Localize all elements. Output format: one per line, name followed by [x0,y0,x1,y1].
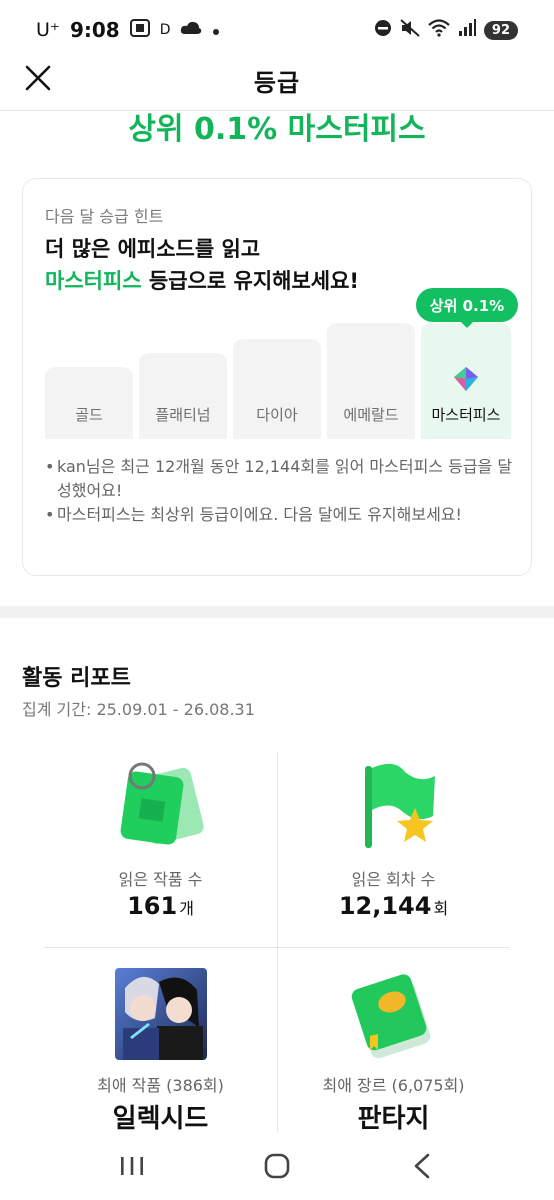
grade-label: 마스터피스 [431,406,501,424]
stat-label: 읽은 작품 수 [118,870,203,889]
report-title: 활동 리포트 [22,666,131,691]
gem-icon [452,365,480,393]
flag-icon [345,758,443,852]
stat-unit: 개 [179,899,194,918]
note-item: • 마스터피스는 최상위 등급이에요. 다음 달에도 유지해보세요! [45,503,515,527]
dnd-icon [374,19,392,42]
note-item: • kan님은 최근 12개월 동안 12,144회를 읽어 마스터피스 등급을 … [45,455,515,503]
stat-works-read: 읽은 작품 수 161 개 [44,752,277,947]
wifi-icon [428,18,450,42]
close-button[interactable] [20,62,56,98]
grade-label: 에메랄드 [343,406,399,424]
stat-value: 일렉시드 [112,1104,209,1134]
signal-icon [458,18,476,42]
hint-label: 다음 달 승급 힌트 [45,207,164,226]
rank-headline: 상위 0.1% 마스터피스 [128,112,426,147]
carrier-label: U⁺ [36,19,60,41]
hint-notes: • kan님은 최근 12개월 동안 12,144회를 읽어 마스터피스 등급을 … [45,455,515,527]
note-text: 마스터피스는 최상위 등급이에요. 다음 달에도 유지해보세요! [57,505,462,524]
clock: 9:08 [69,18,120,42]
grade-step-gold: 골드 [45,367,133,439]
home-icon [263,1152,291,1184]
grade-label: 다이아 [256,406,298,424]
work-thumbnail[interactable] [114,968,207,1060]
hint-title-line1: 더 많은 에피소드를 읽고 [45,237,261,261]
grade-label: 플래티넘 [155,406,211,424]
stat-unit: 회 [433,899,449,918]
grade-step-platinum: 플래티넘 [139,353,227,439]
tag-icon [112,758,210,852]
back-button[interactable] [392,1148,452,1188]
dot-icon [212,19,220,41]
screenshot-icon [129,18,150,42]
status-extra: D [159,22,171,38]
app-header: 등급 [0,52,554,108]
report-grid: 읽은 작품 수 161 개 읽은 회차 수 12,144 회 최애 작품 (38… [44,752,510,1134]
hint-title-line2: 마스터피스 등급으로 유지해보세요! [45,265,359,297]
book-icon [348,968,440,1060]
grade-step-emerald: 에메랄드 [327,323,415,439]
hint-title: 더 많은 에피소드를 읽고 마스터피스 등급으로 유지해보세요! [45,233,359,297]
back-icon [412,1153,432,1183]
report-period: 집계 기간: 25.09.01 - 26.08.31 [22,700,255,719]
stat-value: 161 개 [127,892,194,920]
stat-value: 12,144 회 [338,892,449,920]
grade-steps: 골드 플래티넘 다이아 에메랄드 마스터피스 [45,319,511,439]
recents-button[interactable] [102,1148,162,1188]
stat-label: 최애 장르 (6,075회) [322,1076,465,1095]
cloud-icon [180,19,202,41]
recents-icon [119,1155,145,1181]
stat-episodes-read: 읽은 회차 수 12,144 회 [277,752,510,947]
hint-title-highlight: 마스터피스 [45,269,142,293]
stat-favorite-work[interactable]: 최애 작품 (386회) 일렉시드 [44,948,277,1143]
stat-value: 판타지 [357,1104,430,1134]
grade-step-diamond: 다이아 [233,339,321,439]
system-nav-bar [0,1136,554,1200]
home-button[interactable] [247,1148,307,1188]
section-separator [0,606,554,618]
grade-step-masterpiece: 마스터피스 [421,323,511,439]
stat-favorite-genre: 최애 장르 (6,075회) 판타지 [277,948,510,1143]
status-right: 92 [374,18,518,42]
hint-title-rest: 등급으로 유지해보세요! [141,269,360,293]
stat-label: 읽은 회차 수 [351,870,436,889]
mute-icon [400,18,420,42]
page-title: 등급 [253,68,301,97]
battery-indicator: 92 [483,20,518,40]
status-left: U⁺ 9:08 D [36,18,220,42]
close-icon [24,64,52,96]
note-text: kan님은 최근 12개월 동안 12,144회를 읽어 마스터피스 등급을 달… [57,457,513,500]
promotion-hint-card: 다음 달 승급 힌트 더 많은 에피소드를 읽고 마스터피스 등급으로 유지해보… [22,178,532,576]
grade-label: 골드 [75,406,103,424]
stat-label: 최애 작품 (386회) [97,1076,224,1095]
status-bar: U⁺ 9:08 D 92 [0,0,554,60]
rank-tooltip: 상위 0.1% [416,288,518,328]
